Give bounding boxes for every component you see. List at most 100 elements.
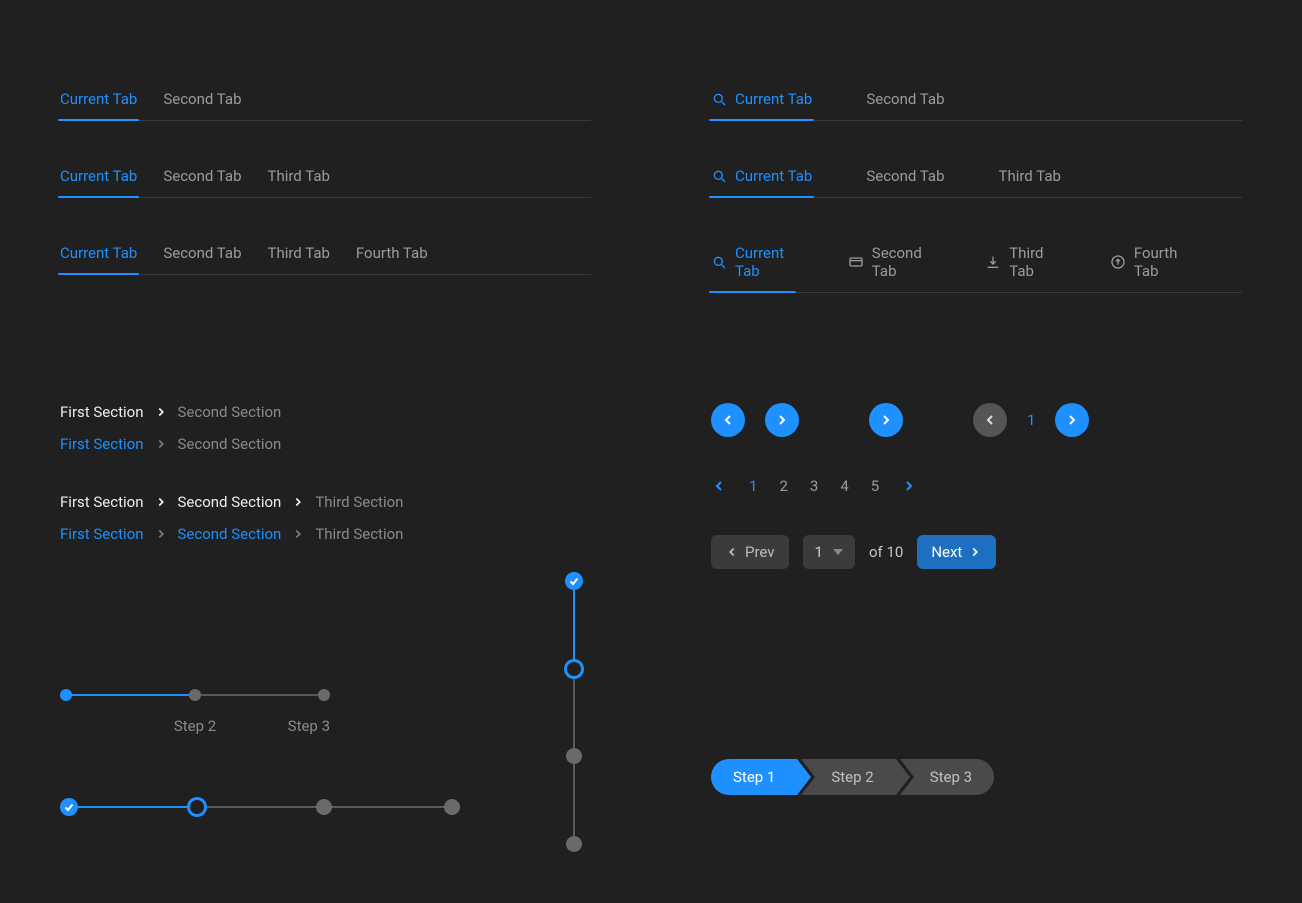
tab-label: Third Tab xyxy=(268,244,330,262)
next-button[interactable] xyxy=(765,403,799,437)
stepper-vertical-4 xyxy=(562,572,586,852)
step-chip[interactable]: Step 3 xyxy=(900,759,994,795)
breadcrumb: First Section Second Section Third Secti… xyxy=(60,493,591,511)
breadcrumb-item[interactable]: Third Section xyxy=(315,525,403,543)
tab-second[interactable]: Second Tab xyxy=(866,90,944,120)
pager-with-page: 1 xyxy=(973,403,1089,437)
tab-third[interactable]: Third Tab xyxy=(985,244,1056,292)
tab-label: Second Tab xyxy=(866,90,944,108)
page-link[interactable]: 1 xyxy=(749,477,757,495)
tab-current[interactable]: Current Tab xyxy=(711,90,812,120)
step-dot-complete[interactable] xyxy=(565,572,583,590)
step-label: Step 2 xyxy=(831,768,873,786)
breadcrumb-item[interactable]: Second Section xyxy=(178,493,282,511)
tab-second[interactable]: Second Tab xyxy=(163,90,241,120)
tab-second[interactable]: Second Tab xyxy=(163,167,241,197)
next-button[interactable] xyxy=(869,403,903,437)
step-dot[interactable] xyxy=(316,799,332,815)
prev-button[interactable] xyxy=(711,478,727,494)
next-button[interactable]: Next xyxy=(917,535,996,569)
tab-current[interactable]: Current Tab xyxy=(711,167,812,197)
chevron-right-icon xyxy=(774,412,790,428)
page-link[interactable]: 3 xyxy=(810,477,818,495)
chevron-left-icon xyxy=(720,412,736,428)
upload-circle-icon xyxy=(1110,254,1126,270)
step-label: Step 2 xyxy=(174,717,216,735)
step-dot[interactable] xyxy=(189,689,201,701)
tabs-icon-3: Current Tab Second Tab Third Tab xyxy=(711,167,1242,198)
page-link[interactable]: 2 xyxy=(779,477,787,495)
pager-full: Prev 1 of 10 Next xyxy=(711,535,996,569)
select-value: 1 xyxy=(815,543,823,561)
tab-third[interactable]: Third Tab xyxy=(268,244,330,274)
page-select[interactable]: 1 xyxy=(803,535,855,569)
pager-simple xyxy=(711,403,799,437)
tab-label: Second Tab xyxy=(163,167,241,185)
tab-label: Current Tab xyxy=(60,244,137,262)
tab-current[interactable]: Current Tab xyxy=(60,167,137,197)
breadcrumb-item[interactable]: First Section xyxy=(60,403,144,421)
prev-button[interactable]: Prev xyxy=(711,535,789,569)
tab-current[interactable]: Current Tab xyxy=(711,244,794,292)
tab-label: Fourth Tab xyxy=(1134,244,1188,280)
tab-current[interactable]: Current Tab xyxy=(60,244,137,274)
step-dot[interactable] xyxy=(60,689,72,701)
search-icon xyxy=(711,254,727,270)
tab-fourth[interactable]: Fourth Tab xyxy=(356,244,428,274)
stepper-arrows: Step 1 Step 2 Step 3 xyxy=(711,759,998,795)
breadcrumb-item[interactable]: Second Section xyxy=(178,435,282,453)
step-dot-current[interactable] xyxy=(190,800,204,814)
tab-label: Third Tab xyxy=(268,167,330,185)
page-number: 1 xyxy=(1027,411,1035,429)
breadcrumb-item[interactable]: First Section xyxy=(60,435,144,453)
tab-third[interactable]: Third Tab xyxy=(999,167,1061,197)
breadcrumb-item[interactable]: Second Section xyxy=(178,525,282,543)
chevron-right-icon xyxy=(291,527,305,541)
chevron-right-icon xyxy=(154,405,168,419)
tabs-icon-2: Current Tab Second Tab xyxy=(711,90,1242,121)
next-button[interactable] xyxy=(901,478,917,494)
button-label: Prev xyxy=(745,543,775,561)
step-chip[interactable]: Step 2 xyxy=(801,759,895,795)
chevron-right-icon xyxy=(968,545,982,559)
tab-second[interactable]: Second Tab xyxy=(848,244,931,292)
tab-label: Second Tab xyxy=(163,244,241,262)
chevron-right-icon xyxy=(154,437,168,451)
tab-label: Third Tab xyxy=(1009,244,1056,280)
page-link[interactable]: 5 xyxy=(871,477,879,495)
step-dot[interactable] xyxy=(444,799,460,815)
tab-label: Current Tab xyxy=(735,90,812,108)
tab-second[interactable]: Second Tab xyxy=(866,167,944,197)
step-dot-current[interactable] xyxy=(567,662,581,676)
search-icon xyxy=(711,91,727,107)
step-dot-complete[interactable] xyxy=(60,798,78,816)
step-dot[interactable] xyxy=(318,689,330,701)
tab-third[interactable]: Third Tab xyxy=(268,167,330,197)
prev-button[interactable] xyxy=(711,403,745,437)
breadcrumb-item[interactable]: First Section xyxy=(60,493,144,511)
download-icon xyxy=(985,254,1001,270)
prev-button[interactable] xyxy=(973,403,1007,437)
tab-second[interactable]: Second Tab xyxy=(163,244,241,274)
step-dot[interactable] xyxy=(566,748,582,764)
step-dot[interactable] xyxy=(566,836,582,852)
breadcrumb-item[interactable]: Second Section xyxy=(178,403,282,421)
breadcrumb-item[interactable]: First Section xyxy=(60,525,144,543)
step-chip[interactable]: Step 1 xyxy=(711,759,797,795)
tabs-plain-3: Current Tab Second Tab Third Tab xyxy=(60,167,591,198)
chevron-left-icon xyxy=(982,412,998,428)
step-label: Step 3 xyxy=(288,717,330,735)
tabs-plain-4: Current Tab Second Tab Third Tab Fourth … xyxy=(60,244,591,275)
tab-fourth[interactable]: Fourth Tab xyxy=(1110,244,1188,292)
breadcrumb-item[interactable]: Third Section xyxy=(315,493,403,511)
tab-label: Third Tab xyxy=(999,167,1061,185)
stepper-horizontal-4 xyxy=(60,795,460,819)
next-button[interactable] xyxy=(1055,403,1089,437)
breadcrumb: First Section Second Section xyxy=(60,403,591,421)
pager-next-only xyxy=(869,403,903,437)
stepper-horizontal-3 xyxy=(60,683,330,707)
tab-label: Second Tab xyxy=(866,167,944,185)
page-total: of 10 xyxy=(869,543,903,561)
page-link[interactable]: 4 xyxy=(840,477,848,495)
tab-current[interactable]: Current Tab xyxy=(60,90,137,120)
